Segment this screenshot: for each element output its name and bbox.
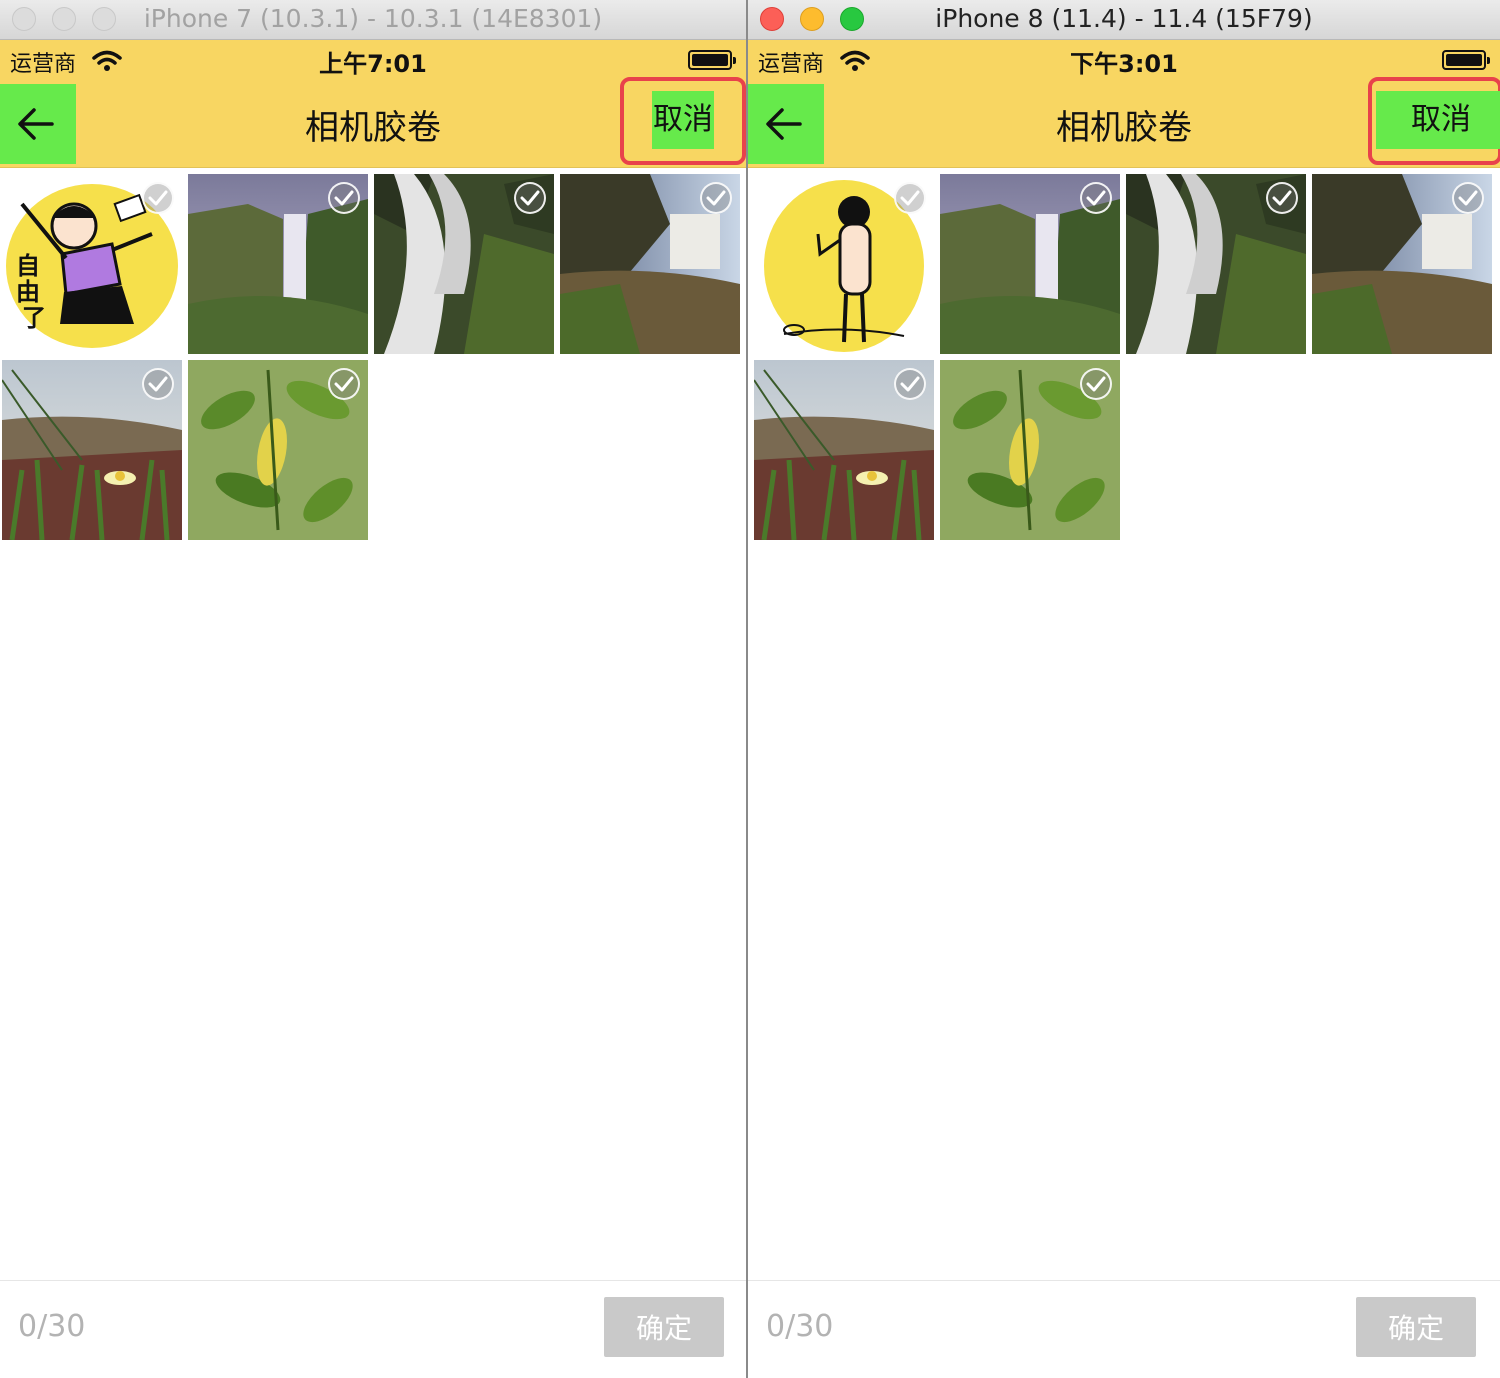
select-check-icon[interactable] [142,368,174,400]
photo-thumbnail[interactable] [188,360,368,540]
photo-thumbnail[interactable] [754,174,934,354]
status-bar: 运营商 上午7:01 [0,40,746,82]
window-titlebar: iPhone 8 (11.4) - 11.4 (15F79) [748,0,1500,40]
confirm-button[interactable]: 确定 [1356,1297,1476,1357]
cancel-button[interactable]: 取消 [1376,91,1500,149]
window-title: iPhone 8 (11.4) - 11.4 (15F79) [935,4,1313,33]
select-check-icon[interactable] [142,182,174,214]
photo-thumbnail[interactable] [940,174,1120,354]
simulator-window-iphone7: iPhone 7 (10.3.1) - 10.3.1 (14E8301) 运营商… [0,0,746,1378]
minimize-window-button[interactable] [800,7,824,31]
photo-thumbnail[interactable] [188,174,368,354]
select-check-icon[interactable] [1266,182,1298,214]
select-check-icon[interactable] [700,182,732,214]
cancel-button[interactable]: 取消 [652,91,714,149]
status-bar: 运营商 下午3:01 [748,40,1500,82]
photo-thumbnail[interactable] [754,360,934,540]
status-time: 下午3:01 [1070,50,1178,78]
svg-text:了: 了 [22,304,46,332]
photo-thumbnail[interactable] [940,360,1120,540]
photo-thumbnail[interactable] [1126,174,1306,354]
window-title: iPhone 7 (10.3.1) - 10.3.1 (14E8301) [143,4,603,33]
bottom-toolbar: 0/30 确定 [748,1280,1500,1378]
select-check-icon[interactable] [1452,182,1484,214]
selection-count: 0/30 [18,1309,86,1344]
photo-thumbnail[interactable] [2,360,182,540]
photo-thumbnail[interactable]: 自由了 [2,174,182,354]
photo-thumbnail[interactable] [1312,174,1492,354]
simulator-window-iphone8: iPhone 8 (11.4) - 11.4 (15F79) 运营商 下午3:0… [748,0,1500,1378]
select-check-icon[interactable] [1080,368,1112,400]
cancel-highlight-box: 取消 [1368,77,1500,165]
select-check-icon[interactable] [514,182,546,214]
zoom-window-button[interactable] [92,7,116,31]
select-check-icon[interactable] [1080,182,1112,214]
close-window-button[interactable] [12,7,36,31]
close-window-button[interactable] [760,7,784,31]
select-check-icon[interactable] [894,182,926,214]
navigation-bar: 相机胶卷 取消 [748,77,1500,168]
photo-thumbnail[interactable] [374,174,554,354]
confirm-button[interactable]: 确定 [604,1297,724,1357]
zoom-window-button[interactable] [840,7,864,31]
battery-icon [1442,50,1490,70]
selection-count: 0/30 [766,1309,834,1344]
photo-thumbnail[interactable] [560,174,740,354]
bottom-toolbar: 0/30 确定 [0,1280,746,1378]
select-check-icon[interactable] [328,368,360,400]
window-titlebar: iPhone 7 (10.3.1) - 10.3.1 (14E8301) [0,0,746,40]
cancel-highlight-box: 取消 [620,77,746,165]
navigation-bar: 相机胶卷 取消 [0,77,746,168]
svg-text:由: 由 [16,278,40,306]
select-check-icon[interactable] [328,182,360,214]
minimize-window-button[interactable] [52,7,76,31]
battery-icon [688,50,736,70]
select-check-icon[interactable] [894,368,926,400]
status-time: 上午7:01 [319,50,427,78]
svg-text:自: 自 [16,252,40,280]
